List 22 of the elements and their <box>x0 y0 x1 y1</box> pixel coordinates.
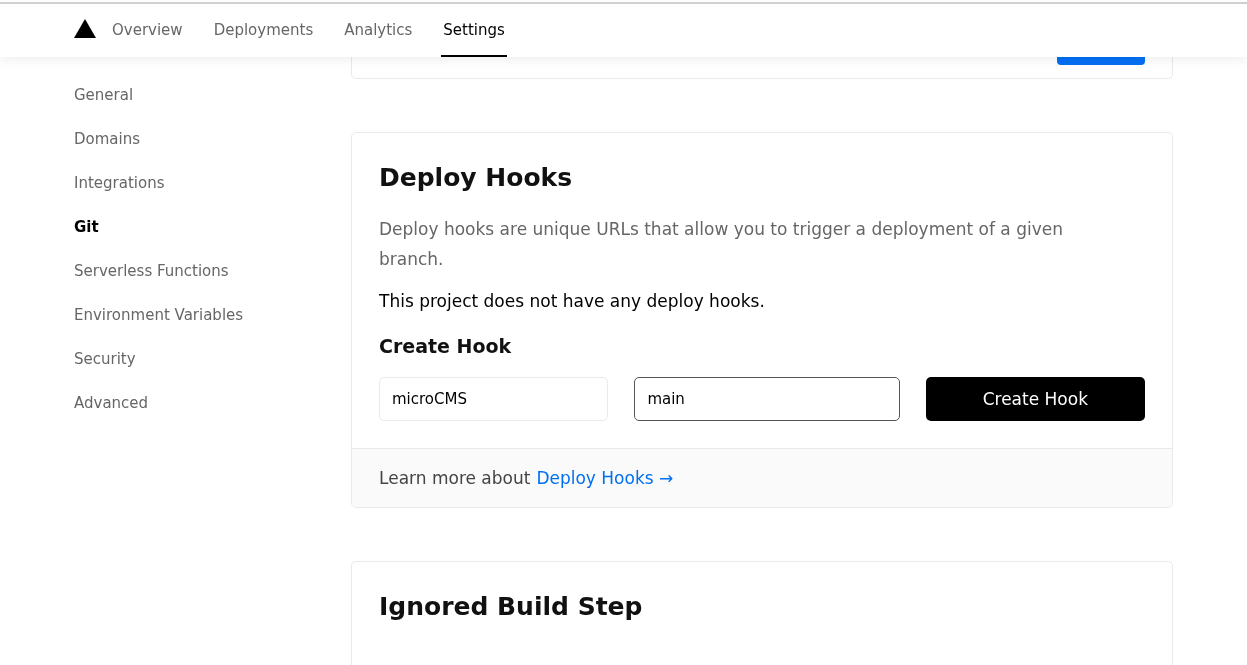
sidebar-item[interactable]: Integrations <box>74 173 165 217</box>
sidebar-item[interactable]: Serverless Functions <box>74 261 229 305</box>
docs-link[interactable]: Deploy Hooks → <box>536 468 674 488</box>
sidebar-item[interactable]: Advanced <box>74 393 149 437</box>
sidebar-item[interactable]: Domains <box>74 129 141 173</box>
section-title: Deploy Hooks <box>379 163 574 192</box>
empty-message: This project does not have any deploy hooks. <box>379 291 766 311</box>
triangle-logo-icon[interactable] <box>74 19 96 38</box>
input-field[interactable]: main <box>634 377 900 421</box>
create-hook-button[interactable]: Create Hook <box>925 377 1145 421</box>
nav-tab[interactable]: Overview <box>110 4 185 57</box>
footer-text: Learn more about <box>379 468 531 488</box>
sidebar-item[interactable]: Security <box>74 349 136 393</box>
input-field[interactable]: microCMS <box>379 377 609 421</box>
subsection-title: Create Hook <box>379 335 513 357</box>
description-text: Deploy hooks are unique URLs that allow you to trigger a deployment of a given branch. <box>379 218 1064 271</box>
sidebar-item[interactable]: General <box>74 85 134 129</box>
sidebar-item[interactable]: Environment Variables <box>74 305 244 349</box>
nav-tab[interactable]: Analytics <box>342 4 415 57</box>
nav-tab[interactable]: Deployments <box>211 4 316 57</box>
sidebar-item[interactable]: Git <box>74 217 99 261</box>
section-title: Ignored Build Step <box>379 592 644 621</box>
